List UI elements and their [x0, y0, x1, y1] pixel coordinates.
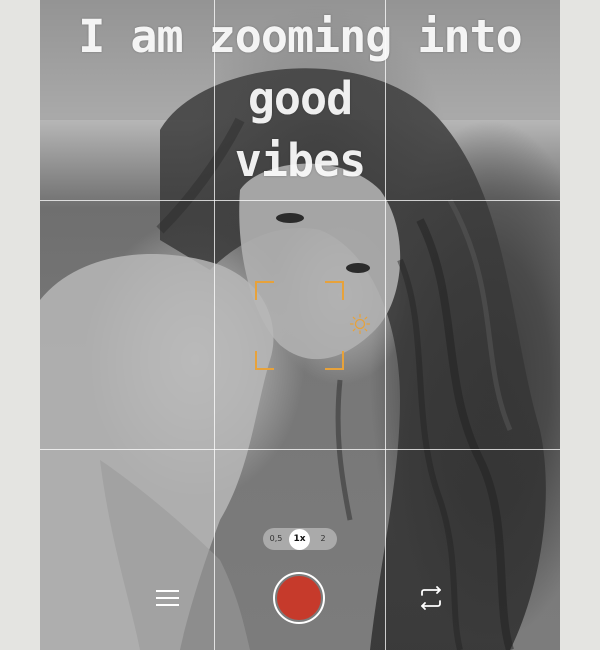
zoom-option-1x[interactable]: 1x	[289, 529, 310, 550]
focus-corner-top-right	[325, 281, 344, 300]
zoom-option-2[interactable]: 2	[313, 528, 333, 550]
focus-corner-bottom-left	[255, 351, 274, 370]
caption-line-2: vibes	[234, 134, 366, 187]
zoom-selector: 0,5 1x 2	[263, 528, 337, 550]
menu-icon-bar	[156, 597, 179, 599]
menu-icon-bar	[156, 590, 179, 592]
menu-icon[interactable]	[154, 586, 182, 610]
flip-camera-icon[interactable]	[416, 583, 446, 613]
caption-line-1: I am zooming into good	[78, 10, 523, 125]
focus-frame[interactable]	[255, 281, 344, 370]
sun-icon[interactable]	[349, 313, 371, 335]
shutter-button[interactable]	[273, 572, 325, 624]
focus-corner-bottom-right	[325, 351, 344, 370]
focus-corner-top-left	[255, 281, 274, 300]
zoom-option-0-5[interactable]: 0,5	[266, 528, 286, 550]
record-icon	[277, 576, 321, 620]
grid-line-horizontal-2	[40, 449, 560, 450]
menu-icon-bar	[156, 604, 179, 606]
camera-viewfinder[interactable]: I am zooming into good vibes 0,5 1x 2	[40, 0, 560, 650]
caption-text[interactable]: I am zooming into good vibes	[40, 6, 560, 192]
grid-line-horizontal-1	[40, 200, 560, 201]
